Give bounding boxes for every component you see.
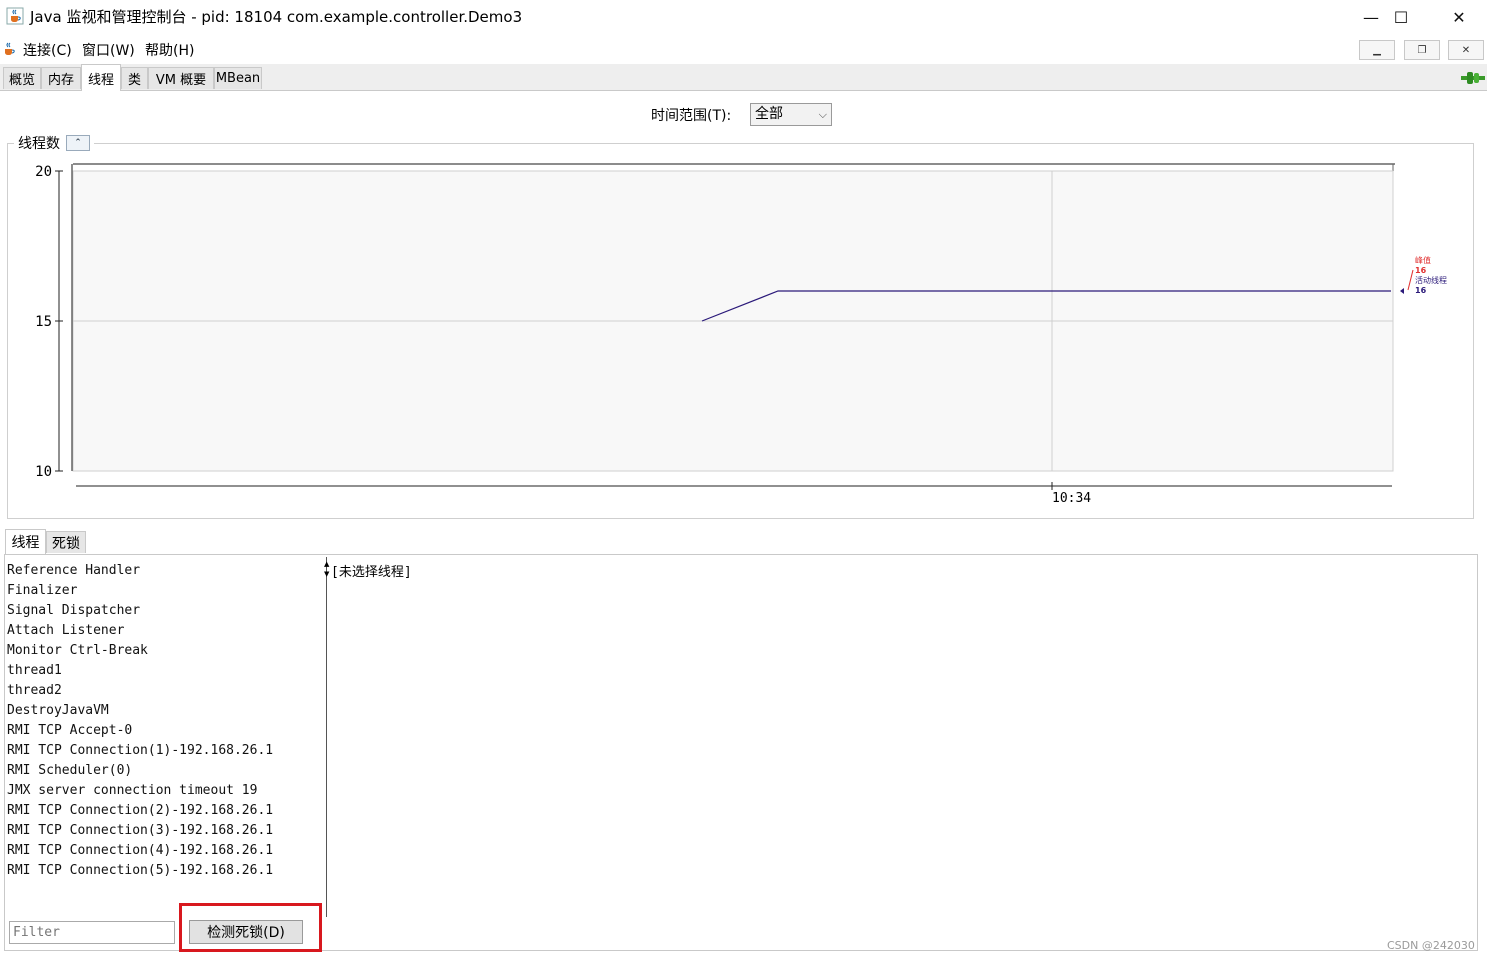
y-tick-label: 20 xyxy=(35,164,52,180)
thread-detail-text: [未选择线程] xyxy=(331,565,412,580)
thread-list-item[interactable]: RMI TCP Connection(2)-192.168.26.1 xyxy=(7,801,325,821)
thread-list-item[interactable]: Signal Dispatcher xyxy=(7,601,325,621)
current-marker xyxy=(1400,288,1404,294)
legend-peak-value: 16 xyxy=(1415,266,1427,275)
thread-list-item[interactable]: Reference Handler xyxy=(7,561,325,581)
thread-list-item[interactable]: Attach Listener xyxy=(7,621,325,641)
expand-left-icon[interactable]: ▲ xyxy=(324,560,329,568)
split-pane-divider[interactable] xyxy=(326,557,330,917)
thread-list-item[interactable]: RMI TCP Connection(1)-192.168.26.1 xyxy=(7,741,325,761)
legend-active-value: 16 xyxy=(1415,286,1427,295)
thread-list-item[interactable]: thread2 xyxy=(7,681,325,701)
thread-count-chart: 20 15 10 10:34 峰值 16 活动线程 16 xyxy=(35,163,1447,506)
y-tick-label: 10 xyxy=(35,464,52,480)
legend-peak-name: 峰值 xyxy=(1415,255,1431,265)
subtab-deadlock[interactable]: 死锁 xyxy=(46,531,86,553)
thread-list-item[interactable]: RMI TCP Connection(3)-192.168.26.1 xyxy=(7,821,325,841)
watermark: CSDN @242030 xyxy=(1387,939,1475,952)
subtab-threads[interactable]: 线程 xyxy=(5,529,46,554)
thread-list-item[interactable]: thread1 xyxy=(7,661,325,681)
expand-right-icon[interactable]: ▼ xyxy=(324,570,329,578)
thread-list-item[interactable]: RMI TCP Accept-0 xyxy=(7,721,325,741)
x-tick-label: 10:34 xyxy=(1052,491,1091,506)
legend-active-name: 活动线程 xyxy=(1415,275,1447,285)
thread-list[interactable]: Reference Handler Finalizer Signal Dispatc… xyxy=(7,561,325,881)
annotation-highlight-box xyxy=(179,903,322,952)
thread-list-item[interactable]: RMI TCP Connection(4)-192.168.26.1 xyxy=(7,841,325,861)
y-tick-label: 15 xyxy=(35,314,52,330)
thread-list-item[interactable]: RMI TCP Connection(5)-192.168.26.1 xyxy=(7,861,325,881)
thread-list-item[interactable]: Monitor Ctrl-Break xyxy=(7,641,325,661)
thread-list-item[interactable]: Finalizer xyxy=(7,581,325,601)
thread-list-item[interactable]: DestroyJavaVM xyxy=(7,701,325,721)
peak-marker xyxy=(1407,269,1414,291)
thread-list-item[interactable]: JMX server connection timeout 19 xyxy=(7,781,325,801)
thread-list-item[interactable]: RMI Scheduler(0) xyxy=(7,761,325,781)
filter-input[interactable] xyxy=(9,921,175,944)
